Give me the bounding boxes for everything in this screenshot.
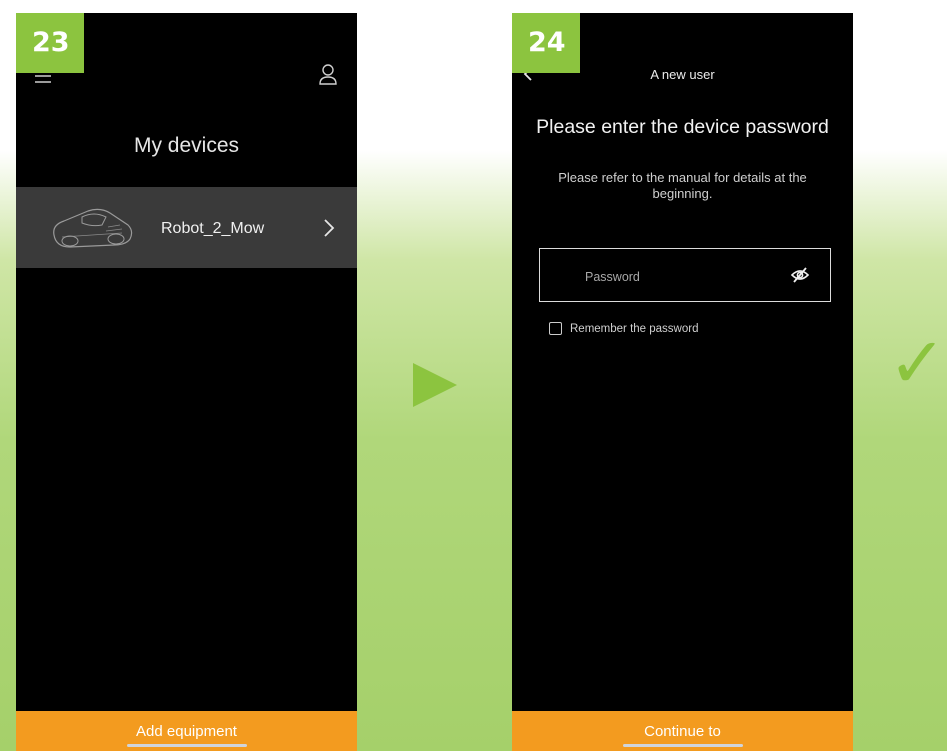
hamburger-icon[interactable]: [34, 73, 52, 83]
continue-label: Continue to: [644, 723, 721, 740]
add-equipment-button[interactable]: Add equipment: [16, 711, 357, 751]
mower-icon: [53, 208, 133, 248]
page-title: My devices: [133, 134, 240, 157]
step-badge-24: 24: [512, 13, 580, 73]
device-name: Robot_2_Mow: [161, 220, 265, 237]
chevron-right-icon[interactable]: [322, 216, 336, 240]
password-field[interactable]: [539, 248, 831, 302]
password-input[interactable]: [585, 267, 775, 287]
user-icon[interactable]: [318, 63, 338, 85]
play-arrow-icon: [413, 363, 457, 407]
remember-password-checkbox[interactable]: [549, 322, 562, 335]
instruction-text: Please refer to the manual for details a…: [558, 170, 807, 201]
continue-button[interactable]: Continue to: [512, 711, 853, 751]
home-indicator: [126, 744, 247, 747]
remember-password-label: Remember the password: [570, 323, 699, 335]
device-row[interactable]: Robot_2_Mow: [16, 187, 357, 268]
step-badge-23: 23: [16, 13, 84, 73]
add-equipment-label: Add equipment: [136, 723, 237, 740]
device-password-screen: A new user Please enter the device passw…: [512, 13, 853, 751]
eye-slash-icon[interactable]: [790, 266, 810, 284]
page-heading: Please enter the device password: [536, 116, 829, 138]
check-mark-icon: ✓: [888, 322, 947, 404]
my-devices-screen: My devices Robot_2_Mow Add equipment: [16, 13, 357, 751]
home-indicator: [622, 744, 743, 747]
